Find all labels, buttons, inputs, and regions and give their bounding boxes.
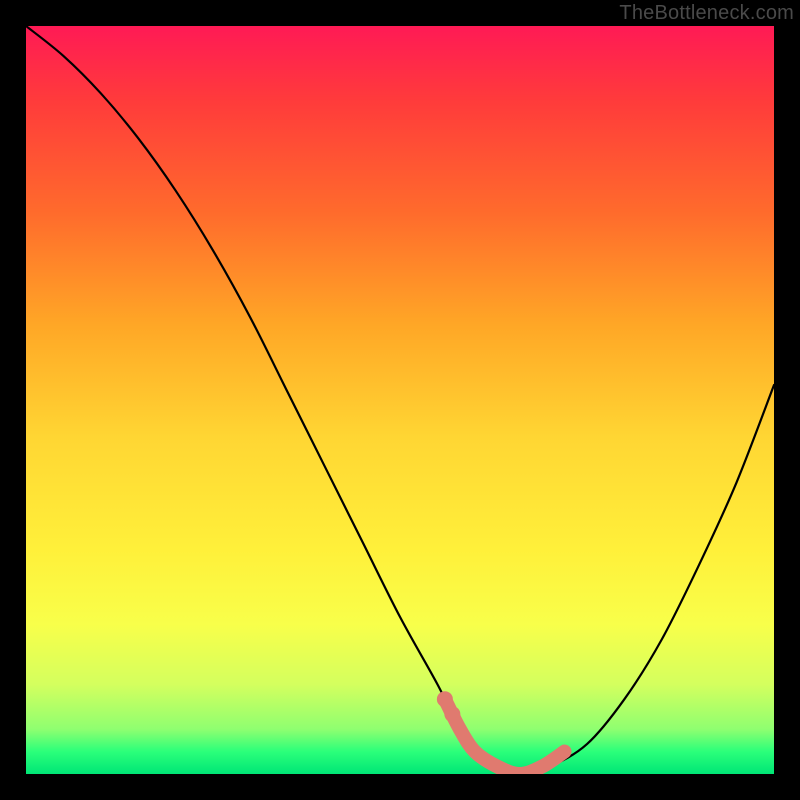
- chart-plot-area: [26, 26, 774, 774]
- watermark-text: TheBottleneck.com: [619, 2, 794, 25]
- optimal-range-highlight: [26, 26, 774, 774]
